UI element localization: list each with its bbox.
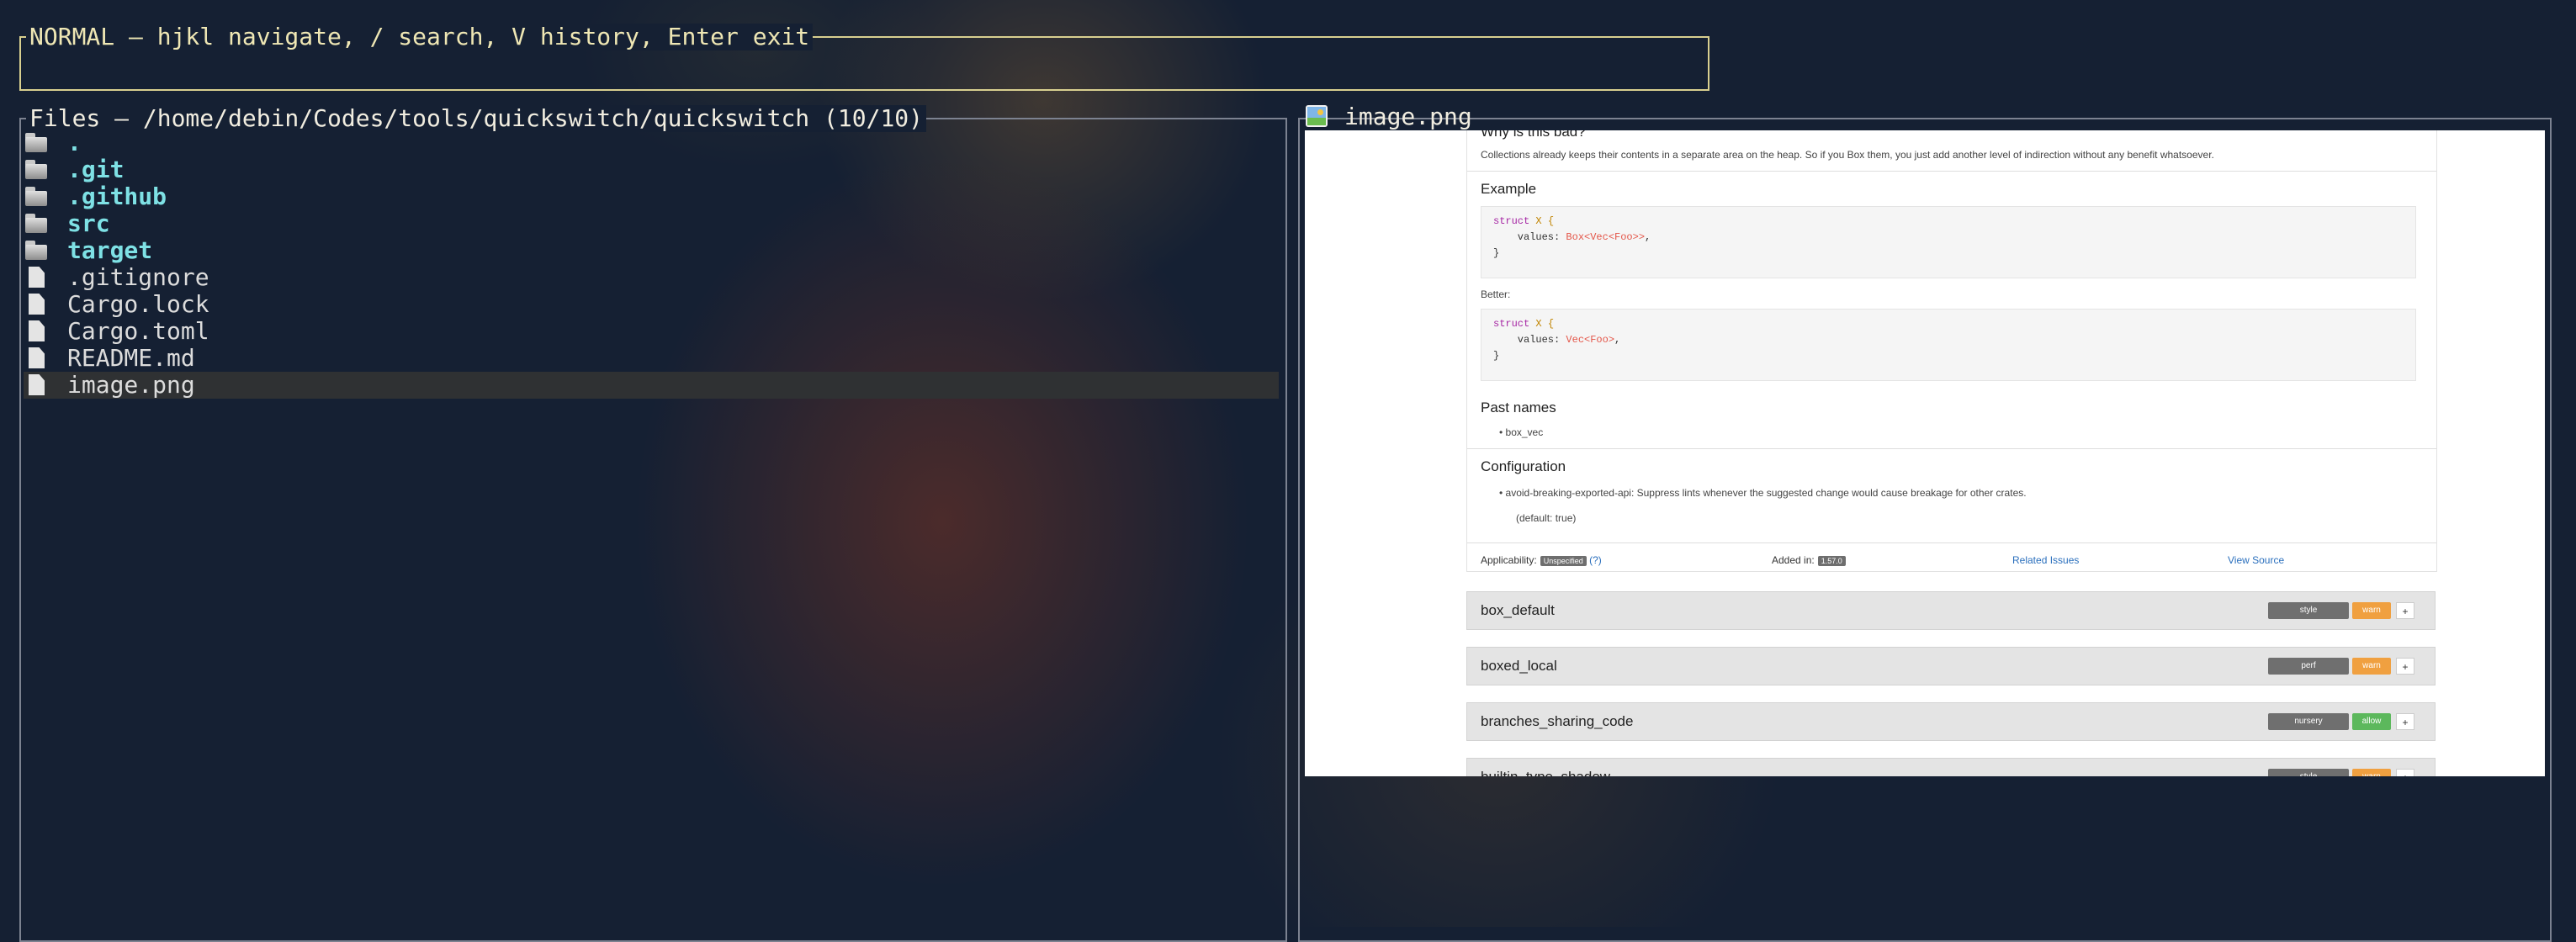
section-heading: Example [1481,181,1537,197]
code-block: struct X { values: Vec<Foo>, } [1481,309,2416,381]
file-name: . [67,129,82,156]
applicability: Applicability: Unspecified (?) [1481,554,1602,566]
file-name: .git [67,156,125,183]
folder-icon [25,185,49,209]
files-panel-title: Files – /home/debin/Codes/tools/quickswi… [26,105,927,132]
file-icon [25,347,49,370]
file-row[interactable]: . [24,130,1279,156]
file-icon [25,373,49,397]
section-heading: Past names [1481,400,1556,415]
file-name: README.md [67,344,195,372]
file-row[interactable]: Cargo.lock [24,291,1279,318]
image-file-icon [1306,105,1328,127]
file-name: target [67,236,153,264]
file-row[interactable]: .gitignore [24,264,1279,291]
folder-icon [25,158,49,182]
mode-bar-text: NORMAL – hjkl navigate, / search, V hist… [26,24,814,50]
file-row[interactable]: Cargo.toml [24,318,1279,345]
image-preview: Why is this bad? Collections already kee… [1305,130,2545,776]
file-name: Cargo.toml [67,317,209,345]
file-icon [25,320,49,343]
view-source-link: View Source [2228,554,2285,566]
file-name: src [67,209,110,237]
lint-row: box_default style warn + [1466,591,2436,630]
file-name: image.png [67,371,195,399]
related-issues-link: Related Issues [2012,554,2080,566]
list-item: • box_vec [1499,426,1544,438]
file-row[interactable]: .github [24,183,1279,210]
paragraph: Collections already keeps their contents… [1481,149,2214,161]
folder-icon [25,239,49,262]
file-name: .github [67,183,167,210]
file-row[interactable]: src [24,210,1279,237]
added-in: Added in: 1.57.0 [1772,554,1846,566]
file-icon [25,293,49,316]
file-row-selected[interactable]: image.png [24,372,1279,399]
preview-title: image.png [1344,103,1472,130]
section-heading: Configuration [1481,458,1566,474]
file-row[interactable]: target [24,237,1279,264]
folder-icon [25,131,49,155]
lint-row: boxed_local perf warn + [1466,647,2436,685]
file-row[interactable]: README.md [24,345,1279,372]
lint-row: builtin_type_shadow style warn + [1466,758,2436,776]
file-name: .gitignore [67,263,209,291]
lint-row: branches_sharing_code nursery allow + [1466,702,2436,741]
list-item: • avoid-breaking-exported-api: Suppress … [1499,487,2027,499]
file-icon [25,266,49,289]
folder-icon [25,212,49,236]
mode-bar: NORMAL – hjkl navigate, / search, V hist… [19,24,1709,91]
lint-doc-card: Why is this bad? Collections already kee… [1466,130,2437,572]
paragraph: Better: [1481,288,1511,300]
code-block: struct X { values: Box<Vec<Foo>>, } [1481,206,2416,278]
file-row[interactable]: .git [24,156,1279,183]
paragraph: (default: true) [1516,512,1577,524]
file-list: . .git .github src target .gitignore Car… [24,130,1279,399]
file-name: Cargo.lock [67,290,209,318]
section-heading: Why is this bad? [1481,130,1586,140]
